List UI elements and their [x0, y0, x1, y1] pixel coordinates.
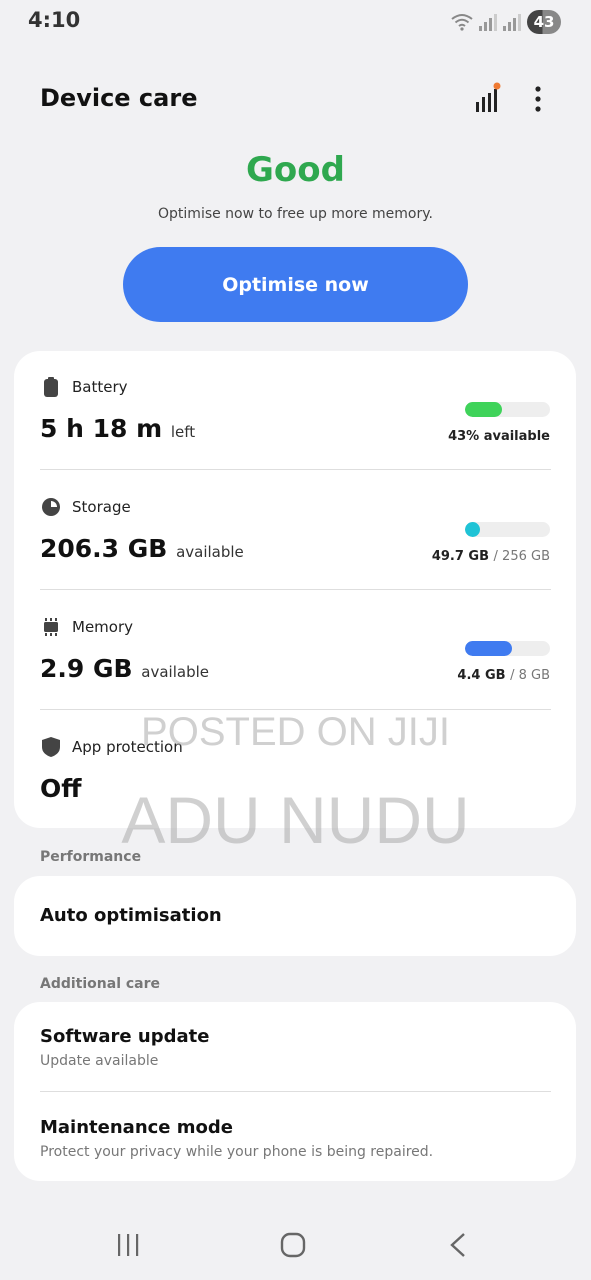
device-status: Good [246, 150, 345, 190]
divider [40, 469, 551, 470]
app-protection-value: Off [40, 774, 82, 803]
performance-section-label: Performance [40, 849, 142, 865]
storage-label: Storage [72, 498, 131, 516]
pie-chart-icon [40, 496, 62, 518]
storage-used: 49.7 GB [431, 549, 490, 564]
software-update-title[interactable]: Software update [40, 1026, 209, 1047]
memory-total: / 8 GB [510, 668, 550, 683]
battery-detail: 43% available [448, 429, 550, 444]
auto-optimisation-title: Auto optimisation [40, 905, 222, 926]
storage-value: 206.3 GB [40, 534, 168, 563]
maintenance-mode-title[interactable]: Maintenance mode [40, 1117, 233, 1138]
battery-icon [40, 376, 62, 398]
page-title: Device care [40, 84, 198, 112]
wifi-icon [451, 14, 473, 31]
battery-label: Battery [72, 378, 128, 396]
app-protection-label: App protection [72, 738, 183, 756]
back-icon[interactable] [448, 1232, 468, 1258]
home-icon[interactable] [280, 1232, 306, 1258]
battery-value-line: 5 h 18 m left [40, 414, 195, 443]
signal-icon-2 [503, 13, 521, 31]
optimise-now-button[interactable]: Optimise now [123, 247, 468, 322]
more-options-icon[interactable] [526, 84, 550, 114]
software-update-subtitle: Update available [40, 1053, 159, 1069]
battery-row[interactable]: Battery [40, 376, 128, 398]
memory-label: Memory [72, 618, 134, 636]
storage-row[interactable]: Storage [40, 496, 131, 518]
memory-detail: 4.4 GB / 8 GB [457, 668, 550, 683]
bar-chart-icon[interactable] [474, 82, 504, 114]
memory-value-line: 2.9 GB available [40, 654, 209, 683]
shield-icon [40, 736, 62, 758]
status-time: 4:10 [28, 8, 81, 32]
battery-bar [465, 402, 550, 417]
divider [40, 1091, 551, 1092]
storage-total: / 256 GB [493, 549, 550, 564]
navigation-bar [0, 1210, 591, 1280]
divider [40, 709, 551, 710]
battery-value: 5 h 18 m [40, 414, 163, 443]
signal-icon-1 [479, 13, 497, 31]
memory-chip-icon [40, 616, 62, 638]
memory-bar [465, 641, 550, 656]
storage-bar [465, 522, 550, 537]
app-protection-row[interactable]: App protection [40, 736, 183, 758]
storage-unit: available [176, 543, 244, 561]
maintenance-mode-subtitle: Protect your privacy while your phone is… [40, 1144, 434, 1160]
status-message: Optimise now to free up more memory. [158, 206, 433, 222]
memory-used: 4.4 GB [457, 668, 506, 683]
divider [40, 589, 551, 590]
storage-detail: 49.7 GB / 256 GB [432, 549, 550, 564]
storage-value-line: 206.3 GB available [40, 534, 244, 563]
storage-bar-fill [465, 522, 480, 537]
recent-apps-icon[interactable] [116, 1232, 140, 1258]
additional-care-section-label: Additional care [40, 976, 161, 992]
memory-row[interactable]: Memory [40, 616, 133, 638]
battery-bar-fill [465, 402, 502, 417]
battery-unit: left [170, 423, 196, 441]
memory-value: 2.9 GB [40, 654, 133, 683]
battery-indicator: 43 [527, 10, 561, 34]
status-icons: 43 [451, 10, 561, 34]
memory-unit: available [141, 663, 210, 681]
memory-bar-fill [465, 641, 512, 656]
